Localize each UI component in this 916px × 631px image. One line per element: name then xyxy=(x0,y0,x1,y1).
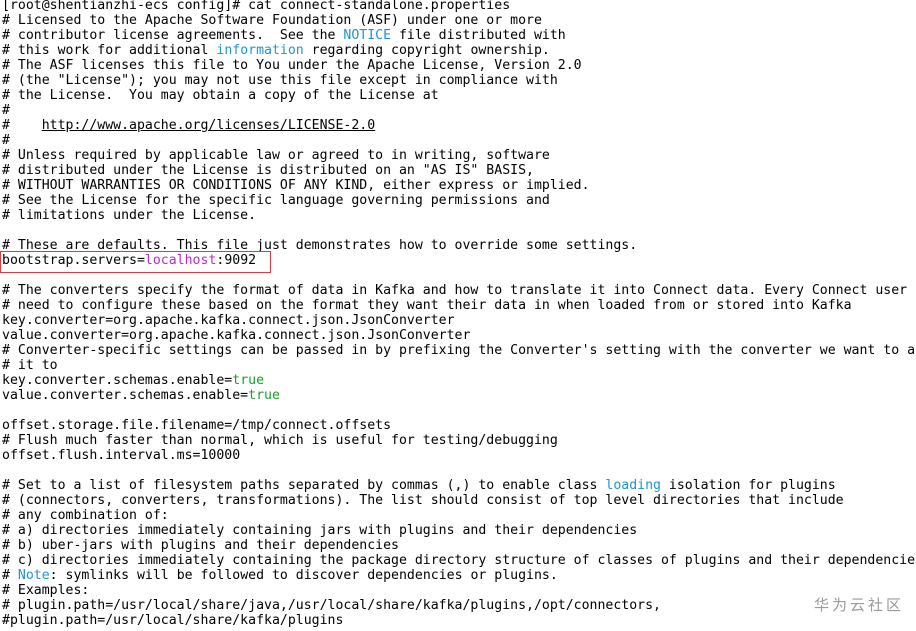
terminal-line: # it to xyxy=(2,358,58,373)
terminal-text: value.converter=org.apache.kafka.connect… xyxy=(2,328,471,343)
terminal-line: # http://www.apache.org/licenses/LICENSE… xyxy=(2,118,375,133)
terminal-line: # plugin.path=/usr/local/share/java,/usr… xyxy=(2,598,661,613)
terminal-line: offset.flush.interval.ms=10000 xyxy=(2,448,240,463)
terminal-text: # any combination of: xyxy=(2,508,169,523)
terminal-text: # xyxy=(2,568,18,583)
terminal-text: # Set to a list of filesystem paths sepa… xyxy=(2,478,606,493)
terminal-line: # Licensed to the Apache Software Founda… xyxy=(2,13,542,28)
terminal-line: # b) uber-jars with plugins and their de… xyxy=(2,538,399,553)
terminal-line: # Set to a list of filesystem paths sepa… xyxy=(2,478,836,493)
terminal-line: # The converters specify the format of d… xyxy=(2,283,907,298)
terminal-text: # (connectors, converters, transformatio… xyxy=(2,493,844,508)
terminal-text: # The converters specify the format of d… xyxy=(2,283,908,298)
terminal-text: # Licensed to the Apache Software Founda… xyxy=(2,13,542,28)
terminal-line: #plugin.path=/usr/local/share/kafka/plug… xyxy=(2,613,343,628)
terminal-text: # distributed under the License is distr… xyxy=(2,163,534,178)
terminal-text: regarding copyright ownership. xyxy=(303,43,550,58)
terminal-text: # it to xyxy=(2,358,58,373)
terminal-text: # Flush much faster than normal, which i… xyxy=(2,433,558,448)
keyword-cyan: NOTICE xyxy=(343,28,392,43)
terminal-line: # Flush much faster than normal, which i… xyxy=(2,433,558,448)
terminal-line: # contributor license agreements. See th… xyxy=(2,28,566,43)
terminal-text: #plugin.path=/usr/local/share/kafka/plug… xyxy=(2,613,344,628)
terminal-text: bootstrap.servers= xyxy=(2,253,145,268)
terminal-line: # a) directories immediately containing … xyxy=(2,523,637,538)
terminal-line: # the License. You may obtain a copy of … xyxy=(2,88,439,103)
terminal-text: # xyxy=(2,103,10,118)
terminal-text: # Unless required by applicable law or a… xyxy=(2,148,550,163)
terminal-text: # this work for additional xyxy=(2,43,217,58)
terminal-window[interactable]: [root@shentianzhi-ecs config]# cat conne… xyxy=(0,0,916,631)
terminal-text: # b) uber-jars with plugins and their de… xyxy=(2,538,399,553)
terminal-line: # xyxy=(2,103,10,118)
terminal-line: bootstrap.servers=localhost:9092 xyxy=(2,253,256,268)
terminal-text: # These are defaults. This file just dem… xyxy=(2,238,638,253)
terminal-text: # xyxy=(2,118,42,133)
terminal-text: # (the "License"); you may not use this … xyxy=(2,73,558,88)
terminal-line: # The ASF licenses this file to You unde… xyxy=(2,58,582,73)
terminal-line: key.converter.schemas.enable=true xyxy=(2,373,264,388)
keyword-magenta: localhost xyxy=(144,253,217,268)
terminal-text: key.converter.schemas.enable= xyxy=(2,373,233,388)
terminal-line: # c) directories immediately containing … xyxy=(2,553,915,568)
terminal-text: offset.storage.file.filename=/tmp/connec… xyxy=(2,418,392,433)
watermark: 华为云社区 xyxy=(813,596,904,614)
keyword-green: true xyxy=(232,373,265,388)
terminal-line: value.converter.schemas.enable=true xyxy=(2,388,280,403)
terminal-text: # contributor license agreements. See th… xyxy=(2,28,344,43)
keyword-cyan: Note xyxy=(17,568,50,583)
terminal-text: # xyxy=(2,133,10,148)
terminal-line: # (connectors, converters, transformatio… xyxy=(2,493,844,508)
terminal-line: # any combination of: xyxy=(2,508,169,523)
terminal-text: # WITHOUT WARRANTIES OR CONDITIONS OF AN… xyxy=(2,178,590,193)
terminal-text: # See the License for the specific langu… xyxy=(2,193,550,208)
terminal-line: # See the License for the specific langu… xyxy=(2,193,550,208)
terminal-text: isolation for plugins xyxy=(660,478,836,493)
terminal-text: # Examples: xyxy=(2,583,90,598)
terminal-line: # distributed under the License is distr… xyxy=(2,163,534,178)
terminal-text: # The ASF licenses this file to You unde… xyxy=(2,58,582,73)
terminal-text: # limitations under the License. xyxy=(2,208,257,223)
terminal-line: key.converter=org.apache.kafka.connect.j… xyxy=(2,313,455,328)
terminal-text: key.converter=org.apache.kafka.connect.j… xyxy=(2,313,455,328)
terminal-text: # c) directories immediately containing … xyxy=(2,553,916,568)
terminal-line: value.converter=org.apache.kafka.connect… xyxy=(2,328,470,343)
terminal-text: :9092 xyxy=(216,253,257,268)
keyword-green: true xyxy=(248,388,280,403)
terminal-line: # (the "License"); you may not use this … xyxy=(2,73,558,88)
keyword-cyan: loading xyxy=(605,478,661,493)
terminal-line: # Converter-specific settings can be pas… xyxy=(2,343,915,358)
keyword-cyan: information xyxy=(216,43,304,58)
terminal-text: # the License. You may obtain a copy of … xyxy=(2,88,439,103)
terminal-text: file distributed with xyxy=(391,28,566,43)
terminal-line: # need to configure these based on the f… xyxy=(2,298,852,313)
terminal-text: # Converter-specific settings can be pas… xyxy=(2,343,916,358)
terminal-text: [root@shentianzhi-ecs config]# cat conne… xyxy=(2,0,511,13)
terminal-text: : symlinks will be followed to discover … xyxy=(49,568,558,583)
terminal-text: # need to configure these based on the f… xyxy=(2,298,852,313)
terminal-text: offset.flush.interval.ms=10000 xyxy=(2,448,241,463)
terminal-line: # xyxy=(2,133,10,148)
terminal-text: # plugin.path=/usr/local/share/java,/usr… xyxy=(2,598,661,613)
terminal-line: # limitations under the License. xyxy=(2,208,256,223)
terminal-line: offset.storage.file.filename=/tmp/connec… xyxy=(2,418,391,433)
terminal-line: # These are defaults. This file just dem… xyxy=(2,238,637,253)
terminal-line: [root@shentianzhi-ecs config]# cat conne… xyxy=(2,0,510,13)
terminal-line: # this work for additional information r… xyxy=(2,43,550,58)
terminal-text: # a) directories immediately containing … xyxy=(2,523,638,538)
terminal-line: # WITHOUT WARRANTIES OR CONDITIONS OF AN… xyxy=(2,178,590,193)
license-url-link[interactable]: http://www.apache.org/licenses/LICENSE-2… xyxy=(42,118,375,133)
terminal-line: # Unless required by applicable law or a… xyxy=(2,148,550,163)
terminal-text: value.converter.schemas.enable= xyxy=(2,388,249,403)
terminal-line: # Note: symlinks will be followed to dis… xyxy=(2,568,558,583)
terminal-line: # Examples: xyxy=(2,583,89,598)
